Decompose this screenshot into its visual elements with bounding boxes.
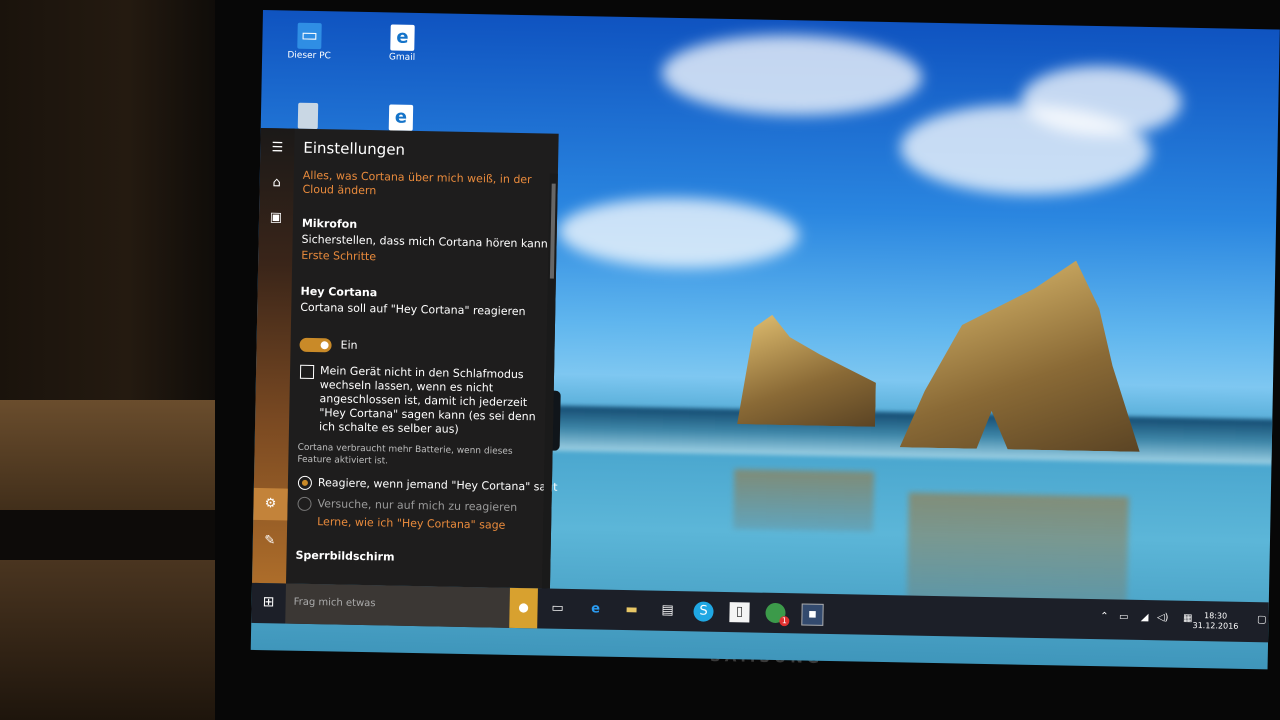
store-icon[interactable]: ▤ [657,601,677,621]
toggle-knob [320,341,329,350]
desktop-icon-gmail[interactable]: e Gmail [367,24,438,63]
learn-voice-link[interactable]: Lerne, wie ich "Hey Cortana" sage [317,515,505,532]
desktop-icon-this-pc[interactable]: ▭ Dieser PC [274,22,345,61]
radio-dot [301,479,308,486]
hey-cortana-heading: Hey Cortana [300,284,378,300]
cloud [558,195,800,271]
toggle-state-label: Ein [340,338,358,352]
computer-icon: ▭ [297,22,322,50]
notebook-icon[interactable]: ▣ [259,210,293,226]
mikrofon-text: Sicherstellen, dass mich Cortana hören k… [301,232,552,251]
hamburger-menu-icon[interactable]: ☰ [260,140,294,156]
network-icon[interactable]: ◢ [1141,612,1149,623]
taskbar-clock[interactable]: 18:30 31.12.2016 [1192,611,1238,632]
arch-rock [900,257,1144,452]
home-icon[interactable]: ⌂ [260,175,294,191]
cortana-settings-panel: ☰ ⌂ ▣ ⚙ ✎ Einstellungen Alles, was Corta… [251,127,559,589]
hey-cortana-toggle[interactable] [299,337,332,353]
radio-only-me[interactable] [297,496,312,512]
cloud [661,32,923,118]
document-icon[interactable]: ▯ [729,602,750,623]
task-view-icon[interactable]: ▭ [547,599,567,619]
no-sleep-checkbox[interactable] [299,364,315,380]
edge-icon: e [390,24,415,51]
lockscreen-heading: Sperrbildschirm [295,548,395,564]
edge-icon: e [388,104,414,131]
shelf-bottom [0,560,230,720]
small-rock [725,314,877,427]
desktop-icon-label: Gmail [388,52,416,63]
feedback-icon[interactable]: ✎ [253,533,287,549]
scrollbar-thumb[interactable] [549,183,556,279]
desktop-icon-recycle-bin[interactable] [273,102,344,131]
start-button[interactable]: ⊞ [251,583,286,624]
cloud-settings-link[interactable]: Alles, was Cortana über mich weiß, in de… [302,169,547,202]
keyboard-icon[interactable]: ▦ [1183,613,1193,624]
desktop-icon-edge[interactable]: e [366,104,437,133]
battery-note: Cortana verbraucht mehr Batterie, wenn d… [297,442,513,467]
recycle-bin-icon [297,102,319,130]
mikrofon-heading: Mikrofon [301,216,358,231]
microphone-icon[interactable]: ● [509,587,538,629]
radio-anyone[interactable] [297,475,313,491]
notification-badge: 1 [779,616,790,627]
desktop-icon-label: Dieser PC [287,50,331,62]
radio-only-me-label: Versuche, nur auf mich zu reagieren [317,497,518,514]
file-explorer-icon[interactable]: ▬ [621,600,641,620]
no-sleep-checkbox-label: Mein Gerät nicht in den Schlafmodus wech… [318,364,536,436]
volume-icon[interactable]: ◁) [1157,612,1169,623]
page-title: Einstellungen [303,138,406,159]
app-window-icon[interactable]: ▪ [801,603,824,626]
ocean-surf [534,405,1276,465]
messenger-icon[interactable]: 1 [765,602,790,627]
cortana-search-box[interactable]: Frag mich etwas [285,583,510,628]
small-rock-reflection [733,469,875,532]
windows-logo-icon: ⊞ [262,594,275,611]
radio-anyone-label: Reagiere, wenn jemand "Hey Cortana" sagt [317,476,558,494]
hey-cortana-text: Cortana soll auf "Hey Cortana" reagieren [300,300,526,319]
skype-icon[interactable]: S [693,601,714,622]
monitor-screen: ▭ Dieser PC e Gmail e ☰ ⌂ ▣ ⚙ ✎ Einstell… [250,10,1280,670]
edge-taskbar-icon[interactable]: e [585,599,605,619]
erste-schritte-link[interactable]: Erste Schritte [301,249,376,263]
settings-gear-icon[interactable]: ⚙ [253,487,288,521]
cortana-settings-content: Einstellungen Alles, was Cortana über mi… [286,129,557,589]
clock-date: 31.12.2016 [1192,620,1239,631]
action-center-icon[interactable]: ▢ [1257,614,1267,625]
tray-overflow-icon[interactable]: ⌃ [1100,611,1109,622]
battery-icon[interactable]: ▭ [1119,612,1129,623]
